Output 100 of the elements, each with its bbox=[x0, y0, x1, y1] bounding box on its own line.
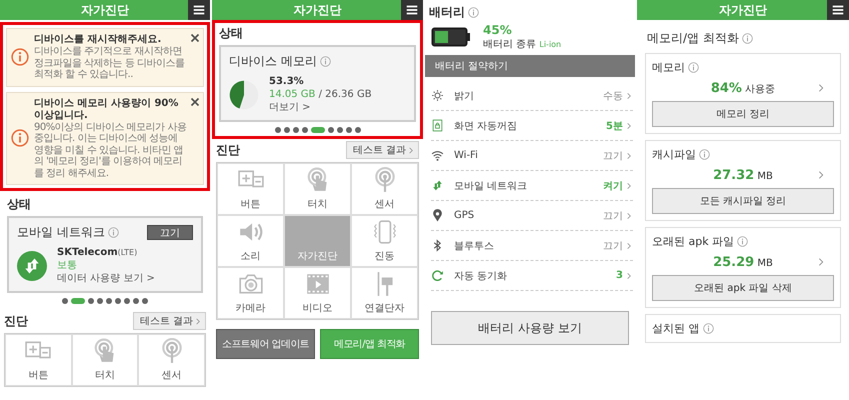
page-dot[interactable] bbox=[142, 298, 148, 304]
test-results-button[interactable]: 테스트 결과 bbox=[346, 141, 419, 159]
section-title: 상태 bbox=[219, 25, 244, 42]
card-title: 모바일 네트워크 bbox=[17, 224, 105, 241]
page-dot[interactable] bbox=[336, 127, 342, 133]
app-title: 자가진단 bbox=[292, 2, 342, 18]
off-button[interactable]: 끄기 bbox=[147, 225, 193, 240]
page-dot[interactable] bbox=[346, 127, 352, 133]
setting-label: 자동 동기화 bbox=[454, 270, 508, 282]
cleanup-button[interactable]: 오래된 apk 파일 삭제 bbox=[652, 275, 834, 301]
chevron-icon bbox=[625, 210, 633, 220]
chevron-icon bbox=[816, 82, 826, 94]
tile-label: 소리 bbox=[240, 250, 260, 263]
section-title: 진단 bbox=[4, 312, 28, 330]
battery-type-label: 배터리 종류 bbox=[483, 39, 536, 50]
diagnosis-tile[interactable]: 센서 bbox=[138, 334, 205, 386]
chevron-icon bbox=[816, 256, 826, 268]
action-button[interactable]: 소프트웨어 업데이트 bbox=[216, 329, 315, 359]
page-dot[interactable] bbox=[284, 127, 290, 133]
setting-value: 끄기 bbox=[603, 210, 623, 222]
page-dot[interactable] bbox=[328, 127, 334, 133]
page-dot[interactable] bbox=[133, 298, 139, 304]
section-title: 상태 bbox=[7, 196, 32, 213]
tile-label: 센서 bbox=[374, 198, 394, 211]
diagnosis-tile[interactable]: 비디오 bbox=[284, 267, 351, 319]
close-button[interactable] bbox=[189, 32, 201, 44]
tile-label: 버튼 bbox=[240, 198, 260, 211]
memory-pie-chart bbox=[229, 80, 259, 110]
battery-usage-button[interactable]: 배터리 사용량 보기 bbox=[431, 311, 629, 345]
card-title: 오래된 apk 파일 bbox=[652, 234, 734, 249]
more-link[interactable]: 더보기 > bbox=[269, 101, 372, 114]
setting-value: 5분 bbox=[606, 120, 623, 132]
tile-label: 센서 bbox=[162, 369, 182, 382]
page-dot[interactable] bbox=[302, 127, 308, 133]
page-dot[interactable] bbox=[274, 127, 280, 133]
menu-button[interactable] bbox=[188, 0, 210, 20]
tile-label: 비디오 bbox=[302, 302, 332, 315]
data-usage-link[interactable]: 데이터 사용량 보기 > bbox=[57, 272, 155, 285]
test-results-button[interactable]: 테스트 결과 bbox=[132, 312, 206, 330]
setting-row[interactable]: 밝기 수동 bbox=[431, 81, 633, 111]
page-dot[interactable] bbox=[292, 127, 298, 133]
lock-icon bbox=[431, 119, 444, 132]
diagnosis-tile[interactable]: 버튼 bbox=[217, 163, 284, 215]
info-icon bbox=[320, 56, 331, 67]
cleanup-button[interactable]: 메모리 정리 bbox=[652, 101, 834, 127]
section-bar: 배터리 절약하기 bbox=[425, 55, 635, 77]
sync-icon bbox=[431, 269, 444, 282]
tile-label: 카메라 bbox=[236, 302, 266, 315]
page-dot[interactable] bbox=[354, 127, 360, 133]
menu-icon bbox=[192, 3, 206, 17]
page-dot[interactable] bbox=[88, 298, 94, 304]
setting-row[interactable]: 블루투스 끄기 bbox=[431, 231, 633, 261]
card-title: 설치된 앱 bbox=[652, 321, 700, 336]
memory-total: / 26.36 GB bbox=[318, 89, 372, 100]
menu-button[interactable] bbox=[827, 0, 849, 20]
bluetooth-icon bbox=[431, 239, 444, 252]
info-icon bbox=[688, 62, 699, 73]
diagnosis-tile[interactable]: 연결단자 bbox=[351, 267, 418, 319]
menu-button[interactable] bbox=[401, 0, 423, 20]
setting-row[interactable]: Wi-Fi 끄기 bbox=[431, 141, 633, 171]
section-title: 진단 bbox=[216, 142, 240, 158]
setting-row[interactable]: 자동 동기화 3 bbox=[431, 261, 633, 291]
setting-value: 3 bbox=[616, 270, 623, 281]
page-dot[interactable] bbox=[124, 298, 130, 304]
diagnosis-tile[interactable]: 소리 bbox=[217, 215, 284, 267]
notice-text: 디바이스를 주기적으로 재시작하면 정크파일을 삭제하는 등 디바이스를 최적화 할 수 있습니다.. bbox=[34, 46, 186, 80]
wifi-icon bbox=[431, 149, 444, 162]
info-icon bbox=[699, 149, 710, 160]
arrows-icon bbox=[431, 179, 444, 192]
setting-value: 끄기 bbox=[603, 150, 623, 162]
diagnosis-tile[interactable]: 센서 bbox=[351, 163, 418, 215]
setting-label: 화면 자동꺼짐 bbox=[454, 120, 518, 132]
memory-percent: 53.3% bbox=[269, 75, 305, 88]
tile-label: 연결단자 bbox=[364, 302, 404, 315]
setting-label: 밝기 bbox=[454, 90, 475, 102]
info-icon bbox=[737, 236, 748, 247]
diagnosis-tile[interactable]: 터치 bbox=[72, 334, 138, 386]
setting-value: 켜기 bbox=[603, 180, 623, 192]
setting-value: 끄기 bbox=[603, 240, 623, 252]
diagnosis-tile[interactable]: 버튼 bbox=[5, 334, 72, 386]
chevron-icon bbox=[625, 270, 633, 280]
setting-row[interactable]: 모바일 네트워크 켜기 bbox=[431, 171, 633, 201]
diagnosis-tile[interactable]: 터치 bbox=[284, 163, 351, 215]
card-title: 디바이스 메모리 bbox=[229, 53, 317, 70]
close-button[interactable] bbox=[189, 96, 201, 108]
setting-row[interactable]: GPS 끄기 bbox=[431, 201, 633, 231]
page-dot[interactable] bbox=[106, 298, 112, 304]
diagnosis-tile[interactable]: 카메라 bbox=[217, 267, 284, 319]
page-dot[interactable] bbox=[115, 298, 121, 304]
chevron-icon bbox=[625, 180, 633, 190]
setting-label: GPS bbox=[454, 210, 476, 221]
setting-row[interactable]: 화면 자동꺼짐 5분 bbox=[431, 111, 633, 141]
cleanup-button[interactable]: 모든 캐시파일 정리 bbox=[652, 188, 834, 214]
info-icon bbox=[702, 323, 714, 334]
notice-text: 90%이상의 디바이스 메모리가 사용중입니다. 이는 디바이스에 성능에 영향을 미칠 수 있습니다. 비타민 앱의 '메모리 정리'를 이용하여 메모리를 정리 해주세요. bbox=[34, 122, 188, 179]
setting-label: 블루투스 bbox=[454, 240, 495, 252]
diagnosis-tile[interactable]: 진동 bbox=[351, 215, 418, 267]
page-dot[interactable] bbox=[97, 298, 103, 304]
page-dot[interactable] bbox=[62, 298, 68, 304]
battery-percent: 45% bbox=[483, 23, 513, 37]
